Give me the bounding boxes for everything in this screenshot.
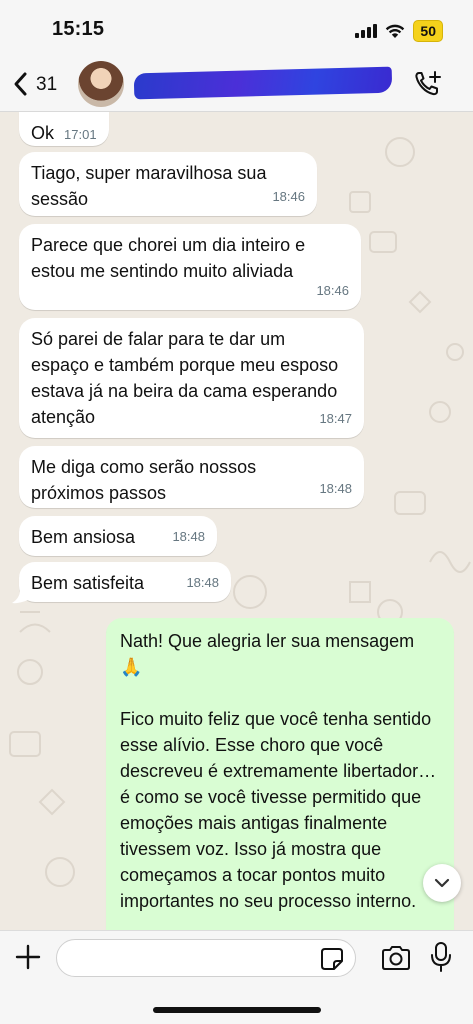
incoming-message[interactable]: Bem ansiosa 18:48 xyxy=(19,516,217,556)
incoming-message[interactable]: Tiago, super maravilhosa sua sessão 18:4… xyxy=(19,152,317,216)
microphone-icon[interactable] xyxy=(430,941,452,973)
message-input[interactable] xyxy=(56,939,356,977)
message-time: 18:46 xyxy=(316,283,349,298)
message-time: 18:48 xyxy=(319,481,352,496)
message-text: Só parei de falar para te dar um espaço … xyxy=(31,329,344,427)
status-bar: 15:15 50 xyxy=(0,0,473,56)
wifi-icon xyxy=(386,24,405,38)
message-time: 18:47 xyxy=(319,411,352,426)
unread-count[interactable]: 31 xyxy=(36,74,57,96)
message-time: 18:48 xyxy=(172,529,205,544)
message-text: Nath! Que alegria ler sua mensagem 🙏 Fic… xyxy=(120,631,437,911)
chat-header: 31 xyxy=(0,56,473,112)
add-call-icon[interactable] xyxy=(413,70,443,98)
home-indicator xyxy=(153,1007,321,1013)
incoming-message[interactable]: Bem satisfeita 18:48 xyxy=(19,562,231,602)
input-bar xyxy=(0,930,473,1024)
chat-area[interactable]: Ok 17:01 Tiago, super maravilhosa sua ses… xyxy=(0,112,473,930)
message-text: Me diga como serão nossos próximos passo… xyxy=(31,457,262,503)
bubble-tail-icon xyxy=(12,590,28,604)
message-text: Bem ansiosa xyxy=(31,527,136,547)
incoming-message[interactable]: Ok 17:01 xyxy=(19,112,109,146)
incoming-message[interactable]: Parece que chorei um dia inteiro e estou… xyxy=(19,224,361,310)
avatar[interactable] xyxy=(78,61,124,107)
message-text: Parece que chorei um dia inteiro e estou… xyxy=(31,235,311,281)
message-text: Ok xyxy=(31,123,55,143)
camera-icon[interactable] xyxy=(380,945,412,971)
scroll-to-bottom-button[interactable] xyxy=(423,864,461,902)
incoming-message[interactable]: Só parei de falar para te dar um espaço … xyxy=(19,318,364,438)
outgoing-message[interactable]: Nath! Que alegria ler sua mensagem 🙏 Fic… xyxy=(106,618,454,930)
contact-name[interactable] xyxy=(133,66,393,100)
message-time: 17:01 xyxy=(64,127,97,142)
message-text: Tiago, super maravilhosa sua sessão xyxy=(31,163,272,209)
status-icons: 50 xyxy=(355,20,443,42)
message-time: 18:46 xyxy=(272,189,305,204)
back-chevron-icon[interactable] xyxy=(10,70,32,98)
message-time: 18:48 xyxy=(186,575,219,590)
signal-icon xyxy=(355,24,378,38)
battery-icon: 50 xyxy=(413,20,443,42)
sticker-icon[interactable] xyxy=(320,947,344,971)
plus-icon[interactable] xyxy=(14,943,42,971)
status-time: 15:15 xyxy=(52,18,105,40)
chevron-down-icon xyxy=(434,878,450,888)
incoming-message[interactable]: Me diga como serão nossos próximos passo… xyxy=(19,446,364,508)
message-text: Bem satisfeita xyxy=(31,573,145,593)
